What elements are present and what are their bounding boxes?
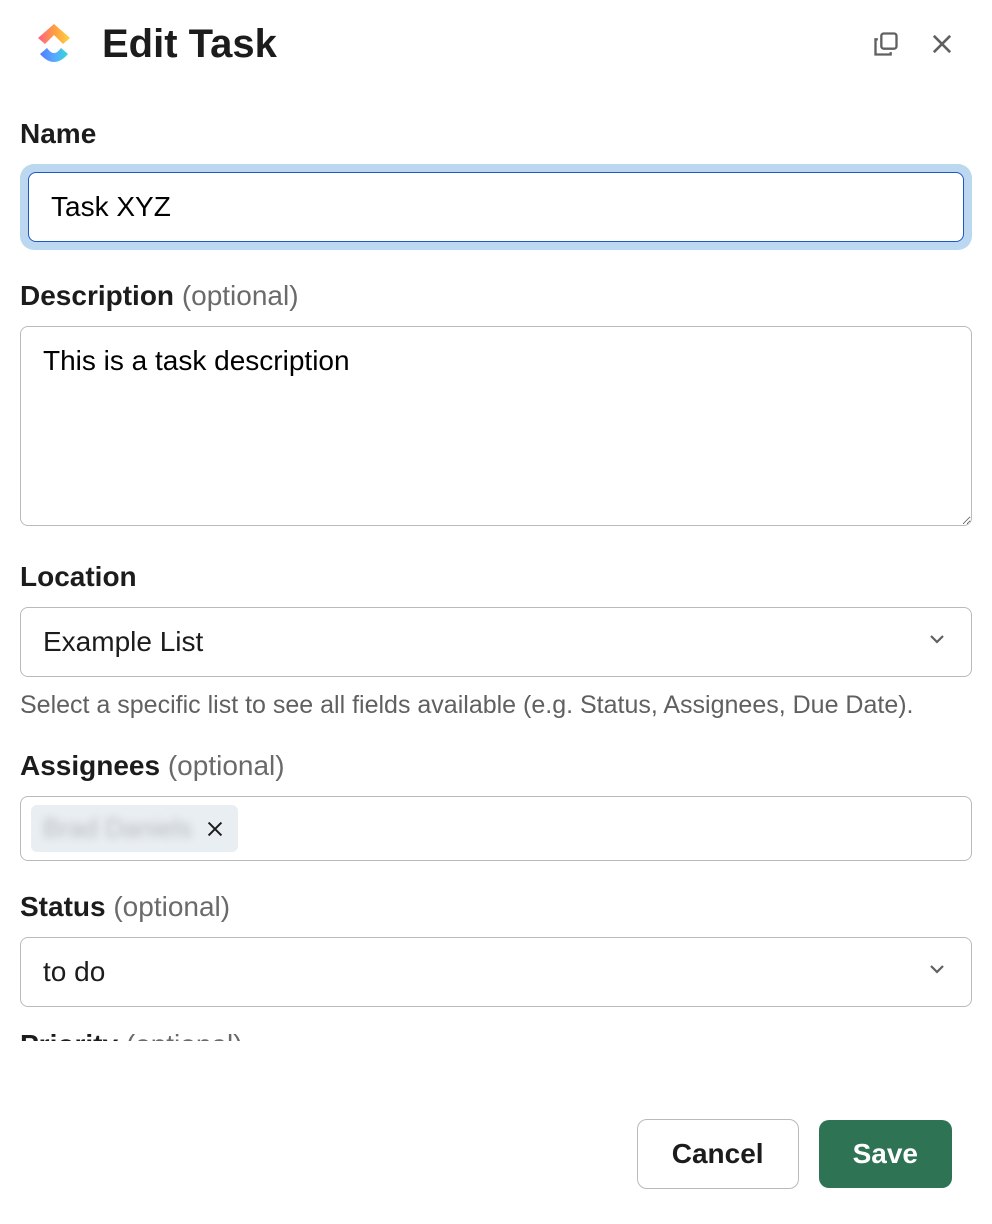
- name-input-focus-ring: [20, 164, 972, 250]
- description-textarea[interactable]: [20, 326, 972, 526]
- field-priority-label-cutoff: Priority (optional): [20, 1027, 972, 1041]
- dialog-title: Edit Task: [102, 22, 866, 67]
- dialog-content: Name Description (optional) Location Exa…: [0, 88, 992, 1051]
- location-label: Location: [20, 561, 972, 593]
- field-name: Name: [20, 118, 972, 250]
- save-button[interactable]: Save: [819, 1120, 952, 1188]
- field-description: Description (optional): [20, 280, 972, 531]
- status-value: to do: [43, 956, 105, 988]
- cancel-button[interactable]: Cancel: [637, 1119, 799, 1189]
- assignee-tag: Brad Daniels: [31, 805, 238, 852]
- dialog-header: Edit Task: [0, 0, 992, 88]
- dialog-footer: Cancel Save: [0, 1084, 992, 1224]
- description-label: Description (optional): [20, 280, 972, 312]
- field-status: Status (optional) to do: [20, 891, 972, 1007]
- optional-hint: (optional): [113, 891, 230, 922]
- optional-hint: (optional): [168, 750, 285, 781]
- assignees-label: Assignees (optional): [20, 750, 972, 782]
- open-new-window-icon[interactable]: [866, 24, 906, 64]
- name-input[interactable]: [28, 172, 964, 242]
- assignees-input[interactable]: Brad Daniels: [20, 796, 972, 861]
- chevron-down-icon: [925, 956, 949, 988]
- remove-tag-icon[interactable]: [204, 818, 226, 840]
- assignee-name: Brad Daniels: [43, 813, 192, 844]
- field-location: Location Example List Select a specific …: [20, 561, 972, 720]
- close-icon[interactable]: [922, 24, 962, 64]
- clickup-logo-icon: [30, 20, 78, 68]
- status-label: Status (optional): [20, 891, 972, 923]
- name-label: Name: [20, 118, 972, 150]
- location-helper: Select a specific list to see all fields…: [20, 691, 972, 720]
- location-select[interactable]: Example List: [20, 607, 972, 677]
- location-value: Example List: [43, 626, 203, 658]
- chevron-down-icon: [925, 626, 949, 658]
- status-select[interactable]: to do: [20, 937, 972, 1007]
- optional-hint: (optional): [182, 280, 299, 311]
- field-assignees: Assignees (optional) Brad Daniels: [20, 750, 972, 861]
